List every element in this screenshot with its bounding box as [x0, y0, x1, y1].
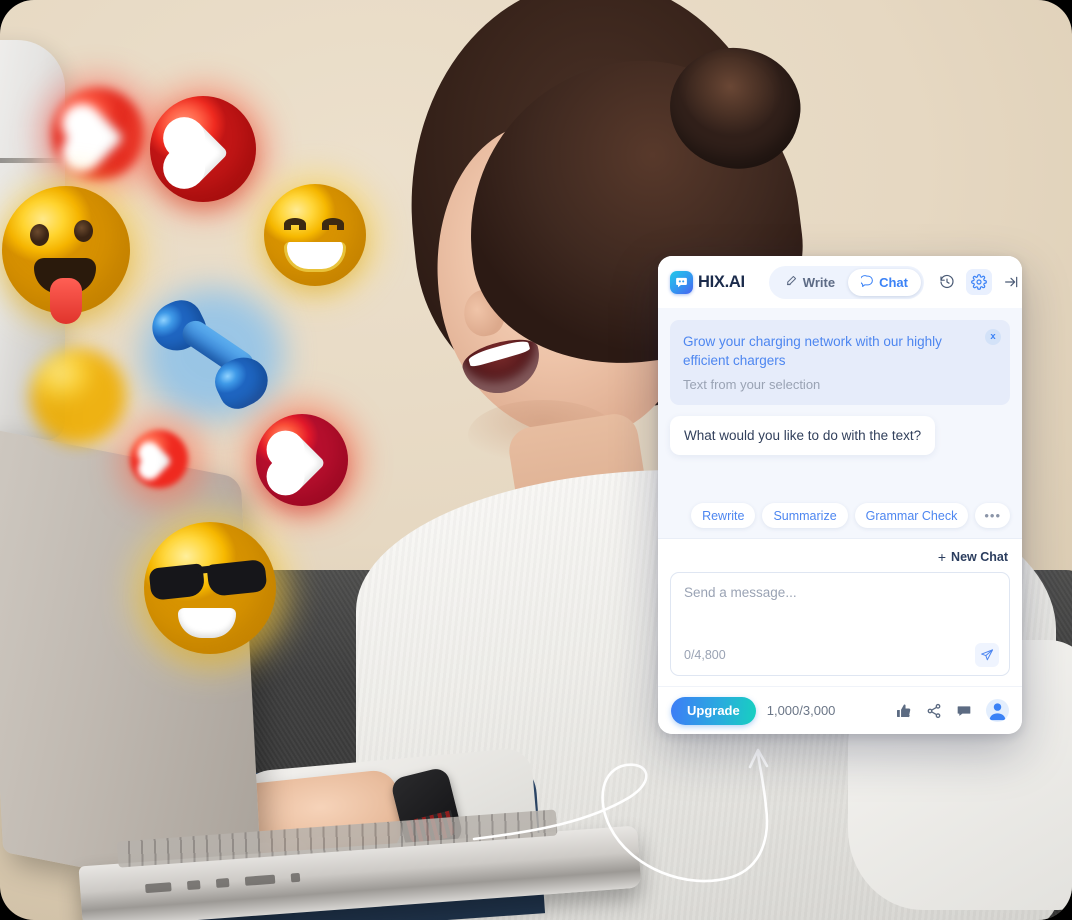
heart-reaction-blurred	[52, 88, 144, 181]
usage-quota: 1,000/3,000	[766, 703, 836, 718]
chat-body: Grow your charging network with our high…	[658, 308, 1022, 538]
tongue-out-emoji	[2, 186, 130, 324]
screenshot-stage: HIX.AI Write Chat Grow your charging net…	[0, 0, 1072, 920]
panel-footer: Upgrade 1,000/3,000	[658, 686, 1022, 734]
heart-glyph	[53, 95, 125, 181]
heart-glyph	[258, 422, 326, 504]
eye	[284, 218, 306, 230]
composer-area: + New Chat Send a message... 0/4,800	[658, 538, 1022, 686]
panel-header: HIX.AI Write Chat	[658, 256, 1022, 308]
heart-reaction-2	[256, 414, 348, 506]
chat-bubble-icon	[859, 274, 874, 290]
character-counter: 0/4,800	[684, 648, 726, 662]
small-heart-reaction	[130, 430, 188, 488]
smiling-mouth	[284, 242, 346, 272]
tab-write-label: Write	[802, 274, 836, 290]
chat-bot-logo-icon	[670, 270, 693, 294]
curved-pointer-arrow	[472, 748, 769, 883]
telephone-emoji	[144, 293, 276, 415]
message-input[interactable]: Send a message... 0/4,800	[670, 572, 1010, 676]
quick-action-more-icon[interactable]: •••	[975, 503, 1010, 528]
brand-name: HIX.AI	[698, 272, 745, 291]
grinning-emoji	[264, 184, 366, 286]
feedback-message-icon[interactable]	[956, 703, 972, 719]
heart-glyph	[133, 437, 173, 485]
eye	[322, 218, 344, 230]
brand-logo[interactable]: HIX.AI	[670, 270, 745, 294]
header-actions	[934, 269, 1022, 295]
tab-chat[interactable]: Chat	[848, 268, 921, 296]
heart-glyph	[154, 108, 229, 198]
plus-icon: +	[937, 549, 947, 565]
tongue	[50, 278, 82, 324]
eye	[74, 220, 93, 242]
tab-write[interactable]: Write	[772, 269, 848, 296]
new-chat-label: New Chat	[951, 550, 1008, 564]
tab-chat-label: Chat	[879, 274, 908, 290]
history-clock-icon[interactable]	[934, 269, 960, 295]
message-input-placeholder: Send a message...	[684, 585, 797, 600]
selected-text-card: Grow your charging network with our high…	[670, 320, 1010, 405]
footer-icons	[896, 699, 1009, 722]
quick-action-grammar-check[interactable]: Grammar Check	[854, 503, 969, 528]
sunglasses-emoji	[144, 522, 276, 654]
selected-text-subtitle: Text from your selection	[683, 377, 821, 392]
gear-icon[interactable]	[965, 269, 992, 295]
upgrade-button[interactable]: Upgrade	[671, 696, 756, 725]
eye	[30, 224, 49, 246]
new-chat-button[interactable]: + New Chat	[670, 547, 1010, 572]
quick-action-chips: Rewrite Summarize Grammar Check •••	[670, 503, 1010, 538]
composer-footer: 0/4,800	[684, 643, 999, 667]
close-x-icon[interactable]: x	[985, 329, 1001, 345]
quick-action-rewrite[interactable]: Rewrite	[691, 503, 756, 528]
smiling-mouth	[178, 608, 236, 638]
send-paper-plane-icon[interactable]	[975, 643, 999, 667]
user-avatar-icon[interactable]	[986, 699, 1009, 722]
heart-reaction-emoji	[150, 96, 256, 202]
share-icon[interactable]	[926, 703, 942, 719]
collapse-right-icon[interactable]	[998, 269, 1022, 295]
selected-text-quote: Grow your charging network with our high…	[683, 334, 942, 368]
pen-icon	[785, 274, 798, 290]
assistant-message-bubble: What would you like to do with the text?	[670, 416, 936, 455]
mode-tabs: Write Chat	[768, 265, 924, 299]
blurred-yellow-emoji	[30, 348, 126, 444]
thumbs-up-icon[interactable]	[896, 703, 912, 719]
hix-ai-chat-panel: HIX.AI Write Chat Grow your charging net…	[658, 256, 1022, 734]
quick-action-summarize[interactable]: Summarize	[762, 503, 848, 528]
